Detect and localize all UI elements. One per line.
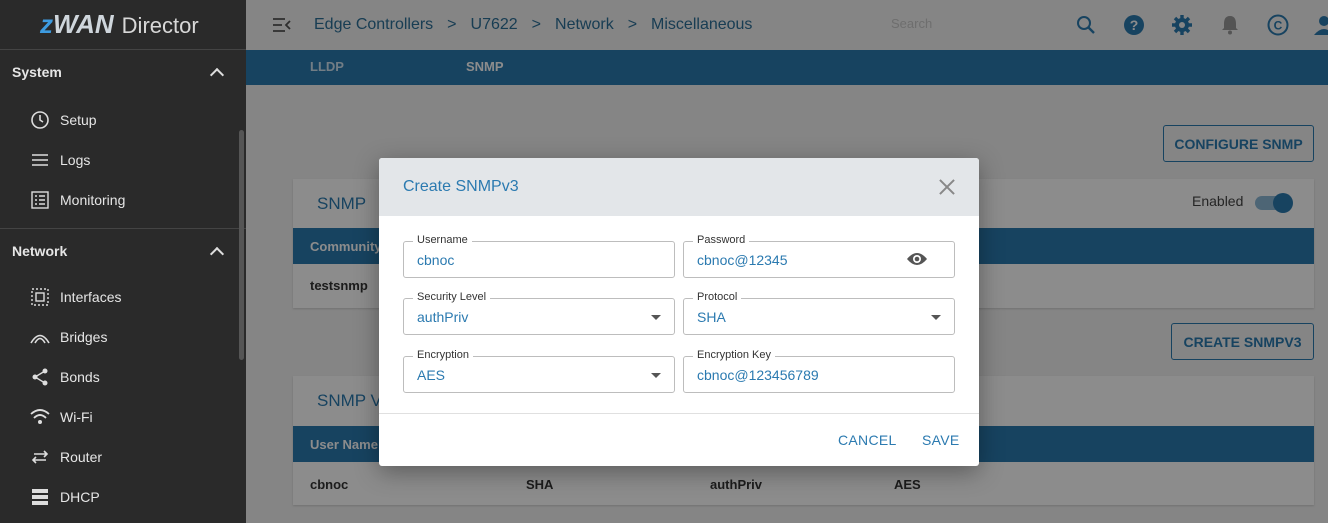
sidebar-item-logs[interactable]: Logs: [0, 140, 246, 180]
caret-down-icon: [931, 315, 941, 320]
encryption-key-field[interactable]: Encryption Key cbnoc@123456789: [683, 349, 955, 393]
field-value: cbnoc@123456789: [697, 367, 819, 383]
app-title: Director: [121, 12, 199, 38]
caret-down-icon: [651, 373, 661, 378]
sidebar-section-label: Network: [12, 243, 68, 259]
create-snmpv3-dialog: Create SNMPv3 Username cbnoc Password cb…: [379, 158, 979, 466]
password-field[interactable]: Password cbnoc@12345: [683, 234, 955, 278]
encryption-select[interactable]: Encryption AES: [403, 349, 675, 393]
protocol-select[interactable]: Protocol SHA: [683, 291, 955, 335]
wifi-icon: [30, 407, 50, 427]
field-value: cbnoc: [417, 252, 455, 268]
sidebar-item-label: Logs: [60, 152, 91, 168]
sidebar-item-dhcp[interactable]: DHCP: [0, 477, 246, 517]
dialog-title: Create SNMPv3: [403, 178, 519, 195]
app-logo: zWAN Director: [0, 0, 246, 50]
sidebar-item-setup[interactable]: Setup: [0, 100, 246, 140]
sidebar-item-label: Bridges: [60, 329, 108, 345]
monitoring-icon: [30, 190, 50, 210]
sidebar-item-monitoring[interactable]: Monitoring: [0, 180, 246, 220]
username-field[interactable]: Username cbnoc: [403, 234, 675, 278]
list-icon: [30, 150, 50, 170]
sidebar-item-label: Monitoring: [60, 192, 126, 208]
field-label: Encryption Key: [693, 349, 775, 361]
eye-icon[interactable]: [906, 251, 928, 272]
sidebar-item-label: Wi-Fi: [60, 409, 93, 425]
server-icon: [30, 487, 50, 507]
sidebar-item-label: DHCP: [60, 489, 100, 505]
field-label: Username: [413, 234, 472, 246]
interfaces-icon: [30, 287, 50, 307]
chevron-up-icon: [209, 246, 225, 261]
caret-down-icon: [651, 315, 661, 320]
sidebar-section-network[interactable]: Network: [0, 229, 246, 273]
field-label: Encryption: [413, 349, 473, 361]
sidebar-item-label: Router: [60, 449, 103, 465]
field-value: SHA: [697, 309, 726, 325]
chevron-up-icon: [209, 67, 225, 82]
sidebar-item-label: Interfaces: [60, 289, 122, 305]
bridge-icon: [30, 327, 50, 347]
dialog-footer-divider: [379, 413, 979, 414]
security-level-select[interactable]: Security Level authPriv: [403, 291, 675, 335]
cancel-button[interactable]: CANCEL: [838, 432, 897, 448]
field-value: authPriv: [417, 309, 469, 325]
field-value: cbnoc@12345: [697, 252, 788, 268]
sidebar-item-bridges[interactable]: Bridges: [0, 317, 246, 357]
field-label: Protocol: [693, 291, 742, 303]
sidebar-section-system[interactable]: System: [0, 50, 246, 94]
field-label: Password: [693, 234, 750, 246]
share-icon: [30, 367, 50, 387]
sidebar-item-router[interactable]: Router: [0, 437, 246, 477]
close-icon[interactable]: [939, 179, 955, 195]
sidebar-item-label: Setup: [60, 112, 97, 128]
field-value: AES: [417, 367, 446, 383]
sidebar-scrollbar[interactable]: [239, 130, 244, 360]
field-label: Security Level: [413, 291, 491, 303]
save-button[interactable]: SAVE: [922, 432, 960, 448]
sidebar-item-label: Bonds: [60, 369, 100, 385]
swap-icon: [30, 447, 50, 467]
sidebar: zWAN Director System Setup Logs Monitori…: [0, 0, 246, 523]
sidebar-item-interfaces[interactable]: Interfaces: [0, 277, 246, 317]
sidebar-item-bonds[interactable]: Bonds: [0, 357, 246, 397]
sidebar-section-label: System: [12, 64, 62, 80]
clock-icon: [30, 110, 50, 130]
dialog-header: Create SNMPv3: [379, 158, 979, 216]
sidebar-item-wifi[interactable]: Wi-Fi: [0, 397, 246, 437]
